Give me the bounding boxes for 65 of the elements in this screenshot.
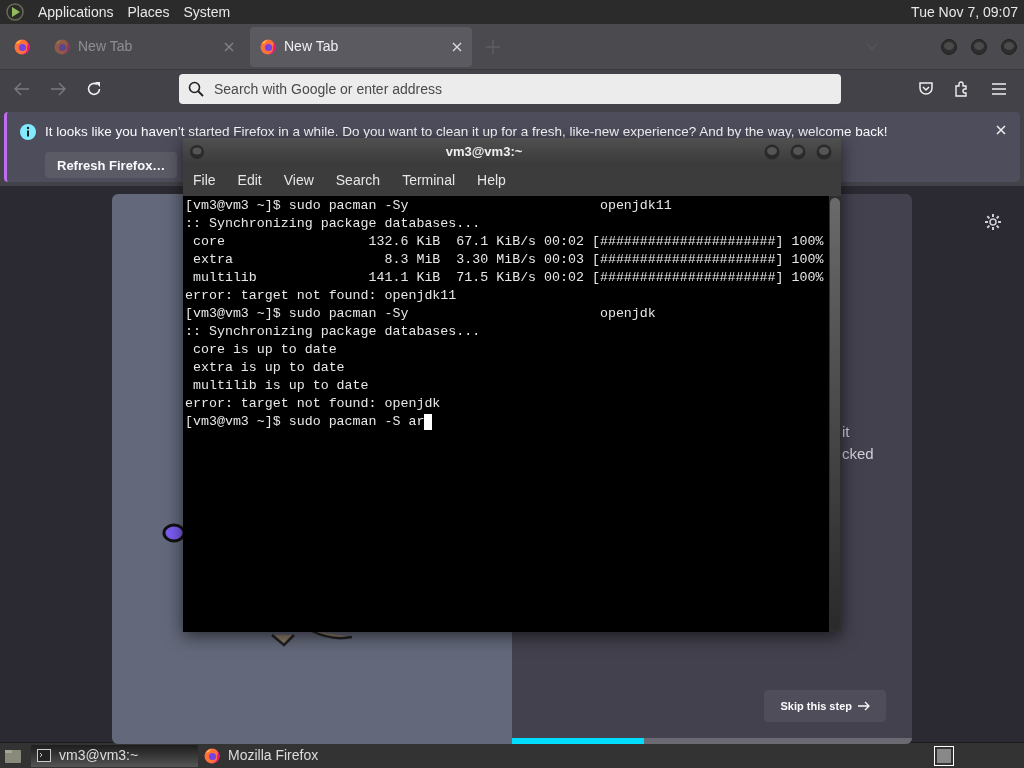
- address-bar[interactable]: Search with Google or enter address: [179, 74, 841, 104]
- skip-step-button[interactable]: Skip this step: [764, 690, 886, 722]
- terminal-line: core is up to date: [191, 341, 337, 359]
- window-control-icon[interactable]: [763, 142, 781, 161]
- puzzle-piece-icon[interactable]: [954, 81, 970, 97]
- terminal-line: [vm3@vm3 ~]$ sudo pacman -Sy openjdk11: [185, 197, 672, 215]
- window-control-icon[interactable]: [789, 142, 807, 161]
- menu-item[interactable]: File: [193, 170, 216, 191]
- terminal-icon: [37, 749, 51, 762]
- menu-item[interactable]: Terminal: [402, 170, 456, 191]
- terminal-line: error: target not found: openjdk: [185, 395, 441, 413]
- terminal-line: multilib is up to date: [191, 377, 369, 395]
- show-desktop-icon[interactable]: [4, 747, 22, 764]
- window-menu-icon[interactable]: [189, 143, 205, 160]
- taskbar-button[interactable]: vm3@vm3:~: [31, 744, 198, 767]
- firefox-icon: [204, 747, 220, 764]
- taskbar-button[interactable]: Mozilla Firefox: [198, 744, 365, 767]
- window-control-icon[interactable]: [940, 37, 958, 56]
- menu-item[interactable]: Edit: [237, 170, 262, 191]
- terminal-line: extra 8.3 MiB 3.30 MiB/s 00:03 [######################] 100%: [191, 251, 824, 269]
- notification-message: It looks like you haven’t started Firefox in a while. Do you want to clean it up for a fresh, like-new experience? And by the way, welcome back!: [45, 123, 888, 141]
- refresh-firefox-button[interactable]: Refresh Firefox…: [45, 152, 178, 179]
- panel-menu[interactable]: Applications: [38, 1, 114, 23]
- close-icon: [224, 41, 234, 52]
- back-arrow-icon[interactable]: [14, 82, 30, 96]
- settings-icon[interactable]: [984, 213, 1002, 231]
- terminal-line: [vm3@vm3 ~]$ sudo pacman -S ar: [185, 413, 425, 431]
- body-text: cked: [842, 444, 874, 464]
- menu-item[interactable]: View: [283, 170, 314, 191]
- menu-icon[interactable]: [992, 83, 1006, 95]
- panel-menu[interactable]: System: [183, 1, 231, 23]
- terminal-line: extra is up to date: [191, 359, 345, 377]
- search-icon: [188, 81, 204, 97]
- close-icon: [452, 41, 462, 52]
- menu-item[interactable]: Help: [477, 170, 506, 191]
- window-title: vm3@vm3:~: [444, 142, 524, 161]
- body-text: it: [842, 422, 850, 442]
- terminal-line: core 132.6 KiB 67.1 KiB/s 00:02 [######################] 100%: [191, 233, 824, 251]
- close-icon[interactable]: [996, 125, 1006, 135]
- reload-icon[interactable]: [86, 81, 102, 97]
- pocket-icon[interactable]: [918, 81, 934, 97]
- browser-tab[interactable]: New Tab: [250, 26, 472, 67]
- firefox-icon: [14, 38, 30, 55]
- workspace-switcher[interactable]: [934, 745, 954, 766]
- firefox-icon: [54, 38, 70, 55]
- terminal-line: [vm3@vm3 ~]$ sudo pacman -Sy openjdk: [185, 305, 656, 323]
- menu-item[interactable]: Search: [335, 170, 381, 191]
- terminal-line: :: Synchronizing package databases...: [185, 323, 481, 341]
- window-control-icon[interactable]: [970, 37, 988, 56]
- info-icon: [19, 123, 37, 142]
- window-control-icon[interactable]: [815, 142, 833, 161]
- clock: Tue Nov 7, 09:07: [911, 2, 1018, 22]
- panel-menu[interactable]: Places: [127, 1, 170, 23]
- arrow-right-icon: [858, 701, 870, 711]
- tab-label: New Tab: [284, 37, 340, 56]
- text-cursor: [424, 414, 433, 430]
- scrollbar[interactable]: [829, 196, 841, 632]
- terminal-line: :: Synchronizing package databases...: [185, 215, 481, 233]
- window-control-icon[interactable]: [1000, 37, 1018, 56]
- forward-arrow-icon[interactable]: [50, 82, 66, 96]
- firefox-icon: [260, 38, 276, 55]
- terminal-line: multilib 141.1 KiB 71.5 KiB/s 00:02 [######################] 100%: [191, 269, 824, 287]
- terminal-line: error: target not found: openjdk11: [185, 287, 457, 305]
- menu-logo-icon: [6, 3, 24, 21]
- tab-label: New Tab: [78, 37, 134, 56]
